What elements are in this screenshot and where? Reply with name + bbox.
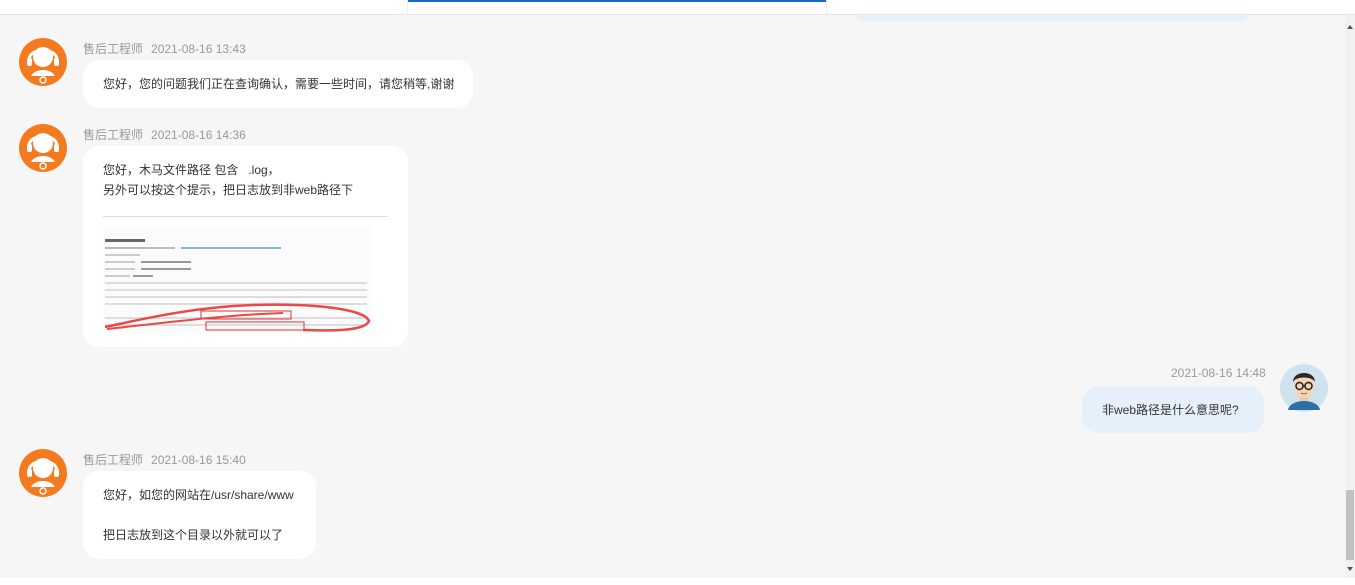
message-meta: 售后工程师 2021-08-16 15:40 [83,451,246,468]
sender-name: 售后工程师 [83,128,144,142]
message-bubble[interactable]: 您好，您的问题我们正在查询确认，需要一些时间，请您稍等,谢谢 [83,60,473,108]
message-text: 把日志放到这个目录以外就可以了 [103,528,284,542]
bottom-bar [0,578,1355,585]
tab-separator [407,0,408,14]
scroll-down-arrow-icon[interactable] [1347,567,1353,571]
message-text: 您好，木马文件路径 包含 .log， [103,163,280,177]
message-time: 2021-08-16 15:40 [151,453,246,467]
message-meta: 售后工程师 2021-08-16 14:36 [83,126,246,143]
message-bubble[interactable]: 非web路径是什么意思呢? [1082,386,1264,433]
message-time: 2021-08-16 14:48 [1171,366,1266,380]
message-text [103,505,296,525]
previous-message-bubble [856,15,1248,21]
chat-message-list[interactable]: 售后工程师 2021-08-16 13:43 您好，您的问题我们正在查询确认，需要… [0,15,1345,578]
vertical-scrollbar[interactable] [1345,15,1355,578]
message-text: 您好，如您的网站在/usr/share/www [103,488,294,502]
agent-avatar-icon [19,124,67,172]
agent-avatar-icon [19,449,67,497]
message-meta: 售后工程师 2021-08-16 13:43 [83,40,246,57]
message-time: 2021-08-16 14:36 [151,128,246,142]
scrollbar-thumb[interactable] [1346,490,1354,560]
message-bubble[interactable]: 您好，木马文件路径 包含 .log， 另外可以按这个提示，把日志放到非web路径… [83,146,408,347]
message-bubble[interactable]: 您好，如您的网站在/usr/share/www 把日志放到这个目录以外就可以了 [83,471,316,559]
message-text: 非web路径是什么意思呢? [1102,403,1239,417]
user-avatar-icon [1280,364,1328,412]
bubble-divider [103,216,388,217]
sender-name: 售后工程师 [83,42,144,56]
message-text: 您好，您的问题我们正在查询确认，需要一些时间，请您稍等,谢谢 [103,77,455,91]
tab-separator [826,0,827,14]
attached-screenshot-image[interactable] [103,227,371,333]
active-tab-indicator[interactable] [408,0,826,2]
sender-name: 售后工程师 [83,453,144,467]
scroll-up-arrow-icon[interactable] [1347,25,1353,29]
message-time: 2021-08-16 13:43 [151,42,246,56]
message-text: 另外可以按这个提示，把日志放到非web路径下 [103,183,354,197]
message-meta: 2021-08-16 14:48 [1171,366,1266,380]
top-tab-bar [0,0,1355,15]
agent-avatar-icon [19,38,67,86]
